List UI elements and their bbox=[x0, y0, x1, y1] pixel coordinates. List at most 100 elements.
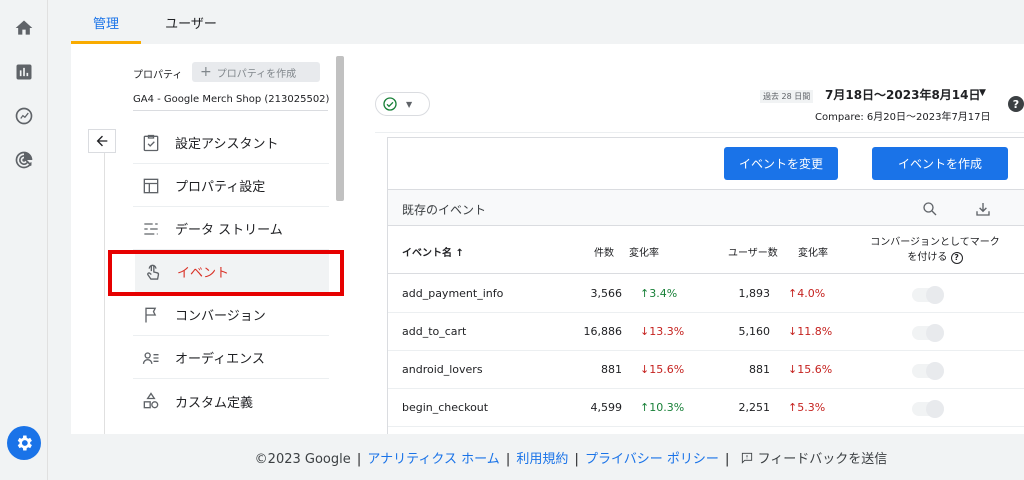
analytics-home-link[interactable]: アナリティクス ホーム bbox=[367, 452, 499, 467]
tab-admin[interactable]: 管理 bbox=[71, 0, 141, 44]
arrow-left-icon bbox=[96, 135, 108, 147]
change-arrow-icon: ↓ bbox=[640, 363, 650, 376]
create-property-label: プロパティを作成 bbox=[216, 68, 297, 80]
users-change-cell: ↑4.0% bbox=[788, 287, 825, 300]
table-row[interactable]: begin_checkout 4,599 ↑10.3% 2,251 ↑5.3% bbox=[388, 389, 1024, 427]
highlight-box bbox=[108, 250, 344, 296]
change-arrow-icon: ↓ bbox=[788, 325, 798, 338]
header-mark-conversion-line2: を付ける bbox=[907, 252, 948, 263]
count-change-value: 15.6% bbox=[649, 363, 685, 376]
header-count-change[interactable]: 変化率 bbox=[629, 244, 659, 259]
events-main: ▼ 過去 28 日間 7月18日～2023年8月14日 ▼ Compare: 6… bbox=[375, 44, 1024, 434]
nav-item-data-streams[interactable]: データ ストリーム bbox=[133, 208, 329, 250]
nav-item-custom-definitions[interactable]: カスタム定義 bbox=[133, 380, 329, 422]
table-row[interactable]: add_payment_info 3,566 ↑3.4% 1,893 ↑4.0% bbox=[388, 275, 1024, 313]
change-arrow-icon: ↑ bbox=[788, 401, 798, 414]
header-mark-conversion: コンバージョンとしてマーク を付ける ? bbox=[860, 235, 1010, 265]
header-users-change[interactable]: 変化率 bbox=[798, 244, 828, 259]
nav-item-label: プロパティ設定 bbox=[175, 180, 266, 195]
nav-item-property-settings[interactable]: プロパティ設定 bbox=[133, 165, 329, 207]
download-icon[interactable] bbox=[974, 200, 992, 218]
home-icon[interactable] bbox=[10, 14, 38, 42]
change-arrow-icon: ↑ bbox=[640, 287, 650, 300]
event-name-cell[interactable]: begin_checkout bbox=[402, 401, 488, 414]
users-change-cell: ↓11.8% bbox=[788, 325, 832, 338]
users-change-cell: ↓15.6% bbox=[788, 363, 832, 376]
event-name-cell[interactable]: android_lovers bbox=[402, 363, 483, 376]
property-label: プロパティ bbox=[133, 70, 183, 81]
tab-user[interactable]: ユーザー bbox=[151, 0, 231, 44]
users-change-value: 5.3% bbox=[797, 401, 826, 414]
conversion-toggle[interactable] bbox=[912, 362, 944, 380]
privacy-link[interactable]: プライバシー ポリシー bbox=[585, 452, 719, 467]
nav-item-setup-assistant[interactable]: 設定アシスタント bbox=[133, 122, 329, 164]
users-change-value: 4.0% bbox=[797, 287, 826, 300]
flag-icon bbox=[145, 307, 157, 322]
count-change-value: 3.4% bbox=[649, 287, 678, 300]
left-rail bbox=[0, 0, 48, 480]
header-event-name[interactable]: イベント名 ↑ bbox=[402, 244, 464, 259]
users-cell: 881 bbox=[749, 363, 770, 376]
change-arrow-icon: ↑ bbox=[640, 401, 650, 414]
help-circle-icon[interactable]: ? bbox=[950, 251, 963, 264]
header-mark-conversion-line1: コンバージョンとしてマーク bbox=[870, 237, 1000, 248]
header-separator bbox=[375, 132, 1024, 133]
table-row[interactable]: android_lovers 881 ↓15.6% 881 ↓15.6% bbox=[388, 351, 1024, 389]
admin-tabs: 管理 ユーザー bbox=[48, 0, 1024, 44]
users-cell: 5,160 bbox=[738, 325, 771, 338]
conversion-toggle[interactable] bbox=[912, 286, 944, 304]
users-cell: 2,251 bbox=[738, 401, 771, 414]
layout-icon bbox=[143, 178, 159, 193]
property-selector[interactable]: GA4 - Google Merch Shop (213025502) bbox=[133, 94, 329, 105]
users-change-value: 15.6% bbox=[797, 363, 833, 376]
users-cell: 1,893 bbox=[738, 287, 771, 300]
count-change-cell: ↑10.3% bbox=[640, 401, 684, 414]
create-property-button[interactable]: + プロパティを作成 bbox=[192, 62, 320, 82]
search-icon[interactable] bbox=[921, 200, 939, 218]
existing-events-header: 既存のイベント bbox=[388, 189, 1024, 226]
users-change-cell: ↑5.3% bbox=[788, 401, 825, 414]
caret-down-icon: ▼ bbox=[406, 99, 413, 109]
event-count-cell: 16,886 bbox=[583, 325, 623, 338]
explore-icon[interactable] bbox=[10, 102, 38, 130]
check-circle-icon bbox=[383, 97, 397, 111]
terms-link[interactable]: 利用規約 bbox=[516, 452, 568, 467]
copyright: ©2023 Google bbox=[254, 452, 351, 467]
table-row[interactable]: add_to_cart 16,886 ↓13.3% 5,160 ↓11.8% bbox=[388, 313, 1024, 351]
count-change-cell: ↓13.3% bbox=[640, 325, 684, 338]
reports-icon[interactable] bbox=[10, 58, 38, 86]
nav-item-label: 設定アシスタント bbox=[175, 137, 279, 152]
date-caret-icon[interactable]: ▼ bbox=[979, 88, 986, 98]
conversion-toggle[interactable] bbox=[912, 400, 944, 418]
send-feedback-link[interactable]: フィードバックを送信 bbox=[758, 452, 888, 467]
users-change-value: 11.8% bbox=[797, 325, 833, 338]
feedback-icon bbox=[741, 452, 752, 464]
admin-panel: プロパティ + プロパティを作成 GA4 - Google Merch Shop… bbox=[71, 44, 1024, 434]
header-users[interactable]: ユーザー数 bbox=[728, 244, 778, 259]
existing-events-title: 既存のイベント bbox=[402, 203, 487, 217]
audience-icon bbox=[142, 351, 159, 364]
modify-event-button[interactable]: イベントを変更 bbox=[724, 147, 838, 180]
conversion-toggle[interactable] bbox=[912, 324, 944, 342]
nav-scrollbar[interactable] bbox=[336, 56, 344, 201]
nav-item-audiences[interactable]: オーディエンス bbox=[133, 337, 329, 379]
nav-item-label: コンバージョン bbox=[175, 309, 266, 324]
property-separator bbox=[133, 110, 328, 111]
create-event-button[interactable]: イベントを作成 bbox=[872, 147, 1008, 180]
checklist-icon bbox=[143, 134, 159, 151]
date-range-selector[interactable]: 7月18日～2023年8月14日 bbox=[825, 86, 981, 103]
count-change-cell: ↓15.6% bbox=[640, 363, 684, 376]
change-arrow-icon: ↓ bbox=[788, 363, 798, 376]
header-count[interactable]: 件数 bbox=[594, 244, 614, 259]
advertising-icon[interactable] bbox=[10, 146, 38, 174]
count-change-value: 10.3% bbox=[649, 401, 685, 414]
table-header: イベント名 ↑ 件数 変化率 ユーザー数 変化率 コンバージョンとしてマーク を… bbox=[388, 226, 1024, 274]
back-button[interactable] bbox=[88, 129, 116, 153]
help-icon[interactable]: ? bbox=[1008, 96, 1024, 112]
event-name-cell[interactable]: add_payment_info bbox=[402, 287, 503, 300]
nav-item-conversions[interactable]: コンバージョン bbox=[133, 294, 329, 336]
event-name-cell[interactable]: add_to_cart bbox=[402, 325, 466, 338]
footer: ©2023 Google | アナリティクス ホーム | 利用規約 | プライバ… bbox=[254, 452, 888, 467]
nav-item-label: カスタム定義 bbox=[175, 395, 254, 411]
data-quality-button[interactable]: ▼ bbox=[375, 92, 430, 116]
